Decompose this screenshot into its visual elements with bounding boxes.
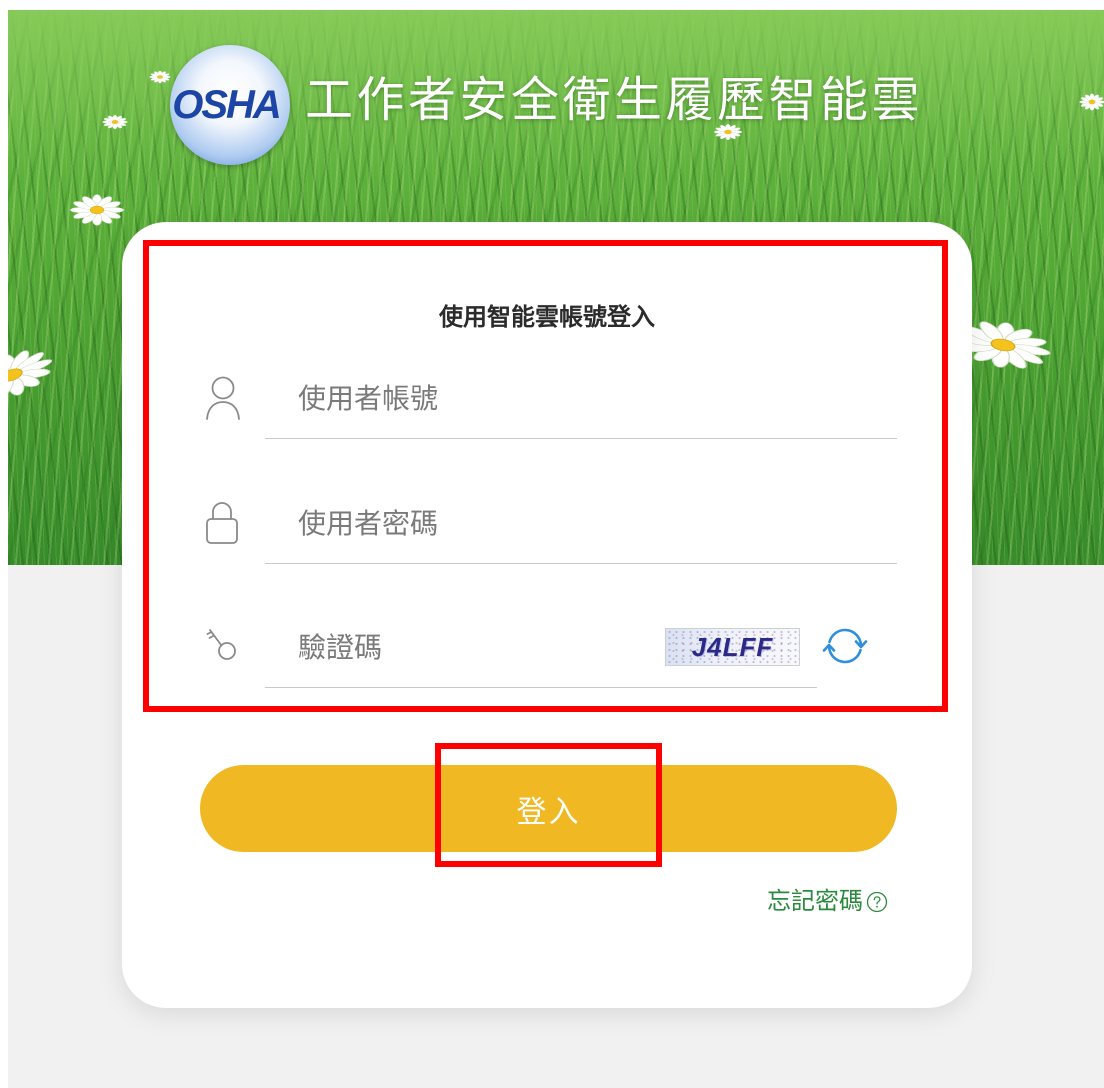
login-heading: 使用智能雲帳號登入	[439, 304, 655, 331]
osha-logo: OSHA	[170, 45, 290, 165]
login-card: 使用智能雲帳號登入 J4LFF 登入 忘記密碼	[122, 222, 972, 1008]
logo-text: OSHA	[172, 82, 282, 127]
login-button[interactable]: 登入	[200, 765, 897, 852]
captcha-refresh-button[interactable]	[820, 621, 870, 671]
refresh-icon	[822, 628, 868, 664]
site-title: 工作者安全衛生履歷智能雲	[305, 74, 924, 127]
daisy-decoration	[70, 194, 124, 226]
daisy-decoration	[8, 340, 60, 410]
forgot-password-link[interactable]: 忘記密碼	[682, 887, 888, 917]
forgot-password-label: 忘記密碼	[767, 888, 863, 915]
question-circle-icon	[866, 891, 888, 913]
password-input[interactable]	[265, 494, 897, 564]
lock-icon	[206, 502, 238, 544]
key-icon	[206, 629, 236, 660]
user-icon	[206, 376, 240, 420]
username-input[interactable]	[265, 369, 897, 439]
daisy-decoration	[102, 114, 128, 130]
daisy-decoration	[149, 70, 171, 84]
captcha-text: J4LFF	[691, 631, 774, 662]
daisy-decoration	[1079, 93, 1104, 111]
captcha-image: J4LFF	[665, 628, 800, 666]
